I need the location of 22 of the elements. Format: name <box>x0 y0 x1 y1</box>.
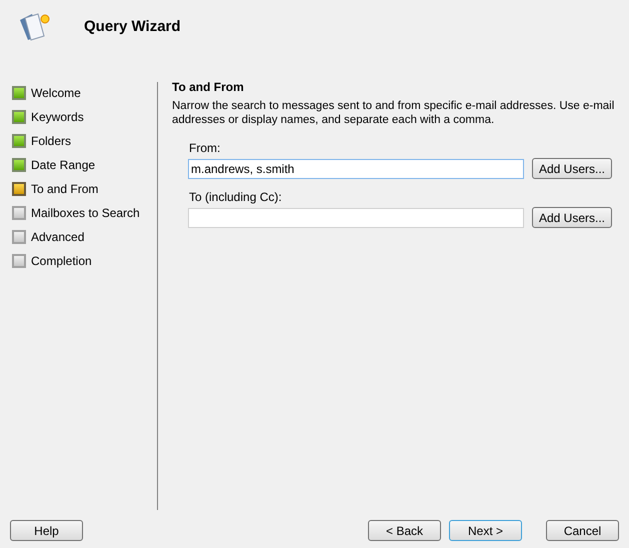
wizard-title: Query Wizard <box>84 16 181 37</box>
page-heading: To and From <box>172 79 245 96</box>
field-label: To (including Cc): <box>188 190 283 204</box>
address-field[interactable] <box>188 208 524 228</box>
step-label: Date Range <box>31 157 96 174</box>
step-label: Advanced <box>31 229 84 246</box>
add-users-button[interactable]: Add Users... <box>532 207 612 228</box>
wizard-button[interactable]: < Back <box>368 520 441 541</box>
field-label: From: <box>188 141 222 155</box>
help-button[interactable]: Help <box>10 520 83 541</box>
notebook-icon <box>18 12 52 42</box>
step-label: Folders <box>31 133 72 150</box>
step-label: Completion <box>31 253 92 270</box>
wizard-button[interactable]: Cancel <box>546 520 619 541</box>
step-label: To and From <box>31 181 98 198</box>
add-users-button[interactable]: Add Users... <box>532 158 612 179</box>
address-field[interactable]: m.andrews, s.smith <box>188 158 524 178</box>
step-label: Welcome <box>31 85 81 102</box>
wizard-button[interactable]: Next > <box>449 520 522 541</box>
step-label: Keywords <box>31 109 84 126</box>
page-description: Narrow the search to messages sent to and from specific e-mail addresses. Use e-mail addresses or display names, and separate each with a comma. <box>172 99 616 127</box>
step-label: Mailboxes to Search <box>31 205 140 222</box>
